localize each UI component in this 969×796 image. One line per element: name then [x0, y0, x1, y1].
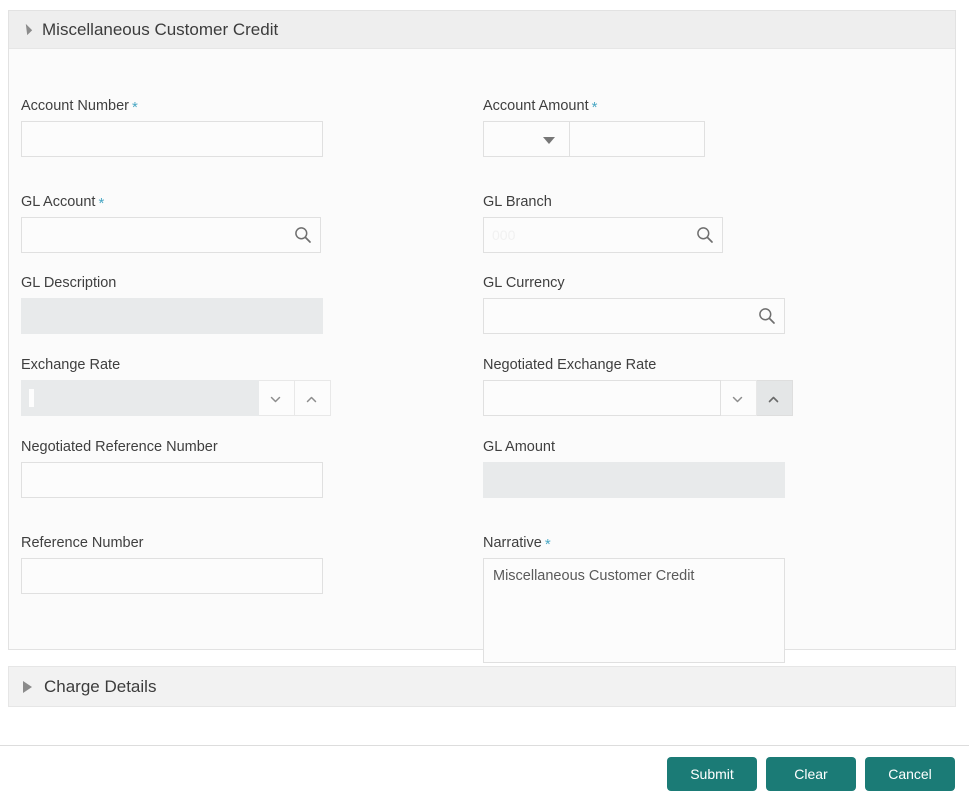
negotiated-exchange-rate-input[interactable] [483, 380, 721, 416]
label-account-amount: Account Amount * [483, 98, 598, 116]
gl-description-input [21, 298, 323, 334]
chevron-down-icon [732, 396, 743, 403]
label-negotiated-exchange-rate: Negotiated Exchange Rate [483, 357, 657, 373]
gl-branch-wrap [483, 217, 723, 253]
label-negotiated-reference-number: Negotiated Reference Number [21, 439, 218, 455]
negotiated-exchange-rate-spinner [483, 380, 793, 416]
required-asterisk: * [98, 195, 105, 212]
exchange-rate-input [21, 380, 259, 416]
exchange-rate-increment-button[interactable] [295, 380, 331, 416]
chevron-up-icon [768, 396, 779, 403]
account-number-input[interactable] [21, 121, 323, 157]
panel-header-miscellaneous-customer-credit[interactable]: Miscellaneous Customer Credit [9, 11, 955, 49]
charge-details-section-header[interactable]: Charge Details [8, 666, 956, 707]
account-amount-combo [483, 121, 705, 157]
field-gl-account: GL Account * [21, 193, 321, 253]
gl-amount-input [483, 462, 785, 498]
caret-down-icon [543, 137, 555, 144]
field-account-number: Account Number * [21, 97, 323, 157]
footer-button-row: Submit Clear Cancel [667, 757, 955, 791]
exchange-rate-spinner [21, 380, 331, 416]
field-gl-branch: GL Branch [483, 193, 723, 253]
gl-account-wrap [21, 217, 321, 253]
cancel-button[interactable]: Cancel [865, 757, 955, 791]
label-exchange-rate: Exchange Rate [21, 357, 121, 373]
field-gl-description: GL Description [21, 274, 323, 334]
negotiated-reference-number-input[interactable] [21, 462, 323, 498]
form-footer: Submit Clear Cancel [0, 746, 969, 796]
label-gl-description: GL Description [21, 275, 117, 291]
gl-currency-input[interactable] [483, 298, 785, 334]
exchange-rate-decrement-button[interactable] [259, 380, 295, 416]
label-narrative: Narrative * [483, 535, 551, 553]
triangle-collapsed-icon[interactable] [23, 680, 32, 693]
negotiated-exchange-rate-decrement-button[interactable] [721, 380, 757, 416]
gl-account-input[interactable] [21, 217, 321, 253]
form-screen: Miscellaneous Customer Credit Account Nu… [0, 0, 969, 796]
field-reference-number: Reference Number [21, 534, 323, 594]
gl-branch-input[interactable] [483, 217, 723, 253]
miscellaneous-customer-credit-panel: Miscellaneous Customer Credit Account Nu… [8, 10, 956, 663]
required-asterisk: * [132, 99, 138, 116]
chevron-down-icon [270, 396, 281, 403]
label-account-number: Account Number * [21, 98, 138, 116]
label-reference-number: Reference Number [21, 535, 144, 551]
field-narrative: Narrative * Miscellaneous Customer Credit [483, 534, 785, 663]
field-negotiated-exchange-rate: Negotiated Exchange Rate [483, 356, 793, 416]
charge-details-title: Charge Details [44, 676, 157, 696]
field-exchange-rate: Exchange Rate [21, 356, 331, 416]
narrative-textarea[interactable]: Miscellaneous Customer Credit [483, 558, 785, 663]
account-amount-currency-select[interactable] [483, 121, 569, 157]
gl-currency-wrap [483, 298, 785, 334]
chevron-up-icon [306, 396, 317, 403]
field-negotiated-reference-number: Negotiated Reference Number [21, 438, 323, 498]
required-asterisk: * [591, 99, 598, 116]
label-gl-currency: GL Currency [483, 275, 565, 291]
panel-body: Account Number * Account Amount * GL Accou… [9, 49, 955, 663]
account-amount-input[interactable] [569, 121, 705, 157]
field-gl-currency: GL Currency [483, 274, 785, 334]
field-gl-amount: GL Amount [483, 438, 785, 498]
panel-title: Miscellaneous Customer Credit [42, 19, 279, 39]
clear-button[interactable]: Clear [766, 757, 856, 791]
label-gl-account: GL Account * [21, 194, 105, 212]
negotiated-exchange-rate-increment-button[interactable] [757, 380, 793, 416]
reference-number-input[interactable] [21, 558, 323, 594]
label-gl-amount: GL Amount [483, 439, 556, 455]
label-gl-branch: GL Branch [483, 194, 552, 210]
required-asterisk: * [544, 536, 551, 553]
submit-button[interactable]: Submit [667, 757, 757, 791]
triangle-expanded-icon[interactable] [20, 23, 33, 36]
field-account-amount: Account Amount * [483, 97, 705, 157]
